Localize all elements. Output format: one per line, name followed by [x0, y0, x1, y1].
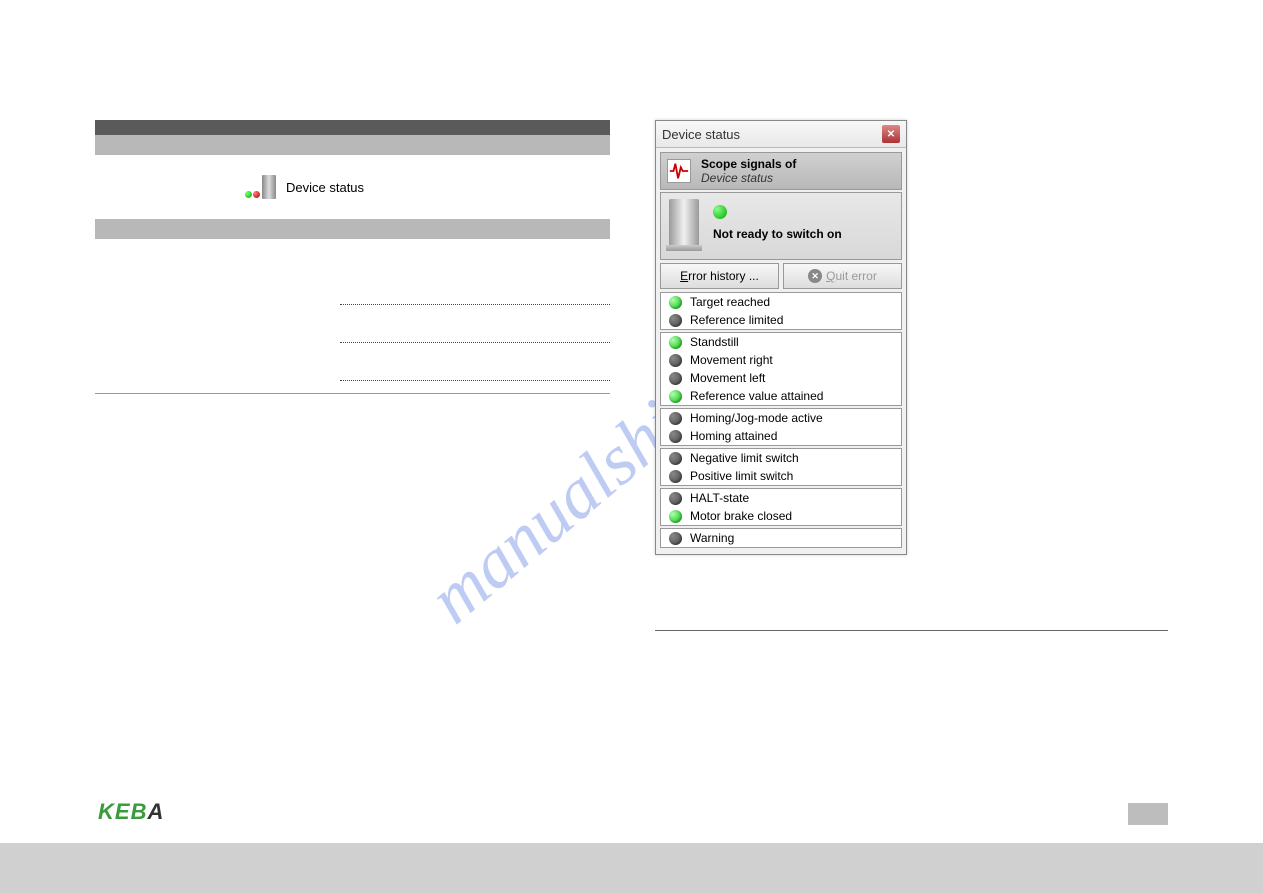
scope-header-line2: Device status [701, 171, 796, 185]
indicator-off-icon [669, 314, 682, 327]
led-red-icon [253, 191, 260, 198]
status-label: Motor brake closed [690, 509, 792, 523]
status-label: HALT-state [690, 491, 749, 505]
status-group: Warning [660, 528, 902, 548]
indicator-off-icon [669, 354, 682, 367]
device-status-section: Not ready to switch on [660, 192, 902, 260]
indicator-on-icon [669, 296, 682, 309]
page-footer: KEBA [0, 793, 1263, 893]
status-item-reference-limited: Reference limited [661, 311, 901, 329]
status-label: Movement left [690, 371, 765, 385]
status-group: Target reached Reference limited [660, 292, 902, 330]
icon-cell: Device status [95, 155, 610, 219]
status-label: Reference value attained [690, 389, 823, 403]
status-label: Movement right [690, 353, 773, 367]
table-row [95, 279, 610, 317]
status-item-target-reached: Target reached [661, 293, 901, 311]
tower-icon [262, 175, 276, 199]
indicator-off-icon [669, 430, 682, 443]
window-title-bar: Device status ✕ [656, 121, 906, 148]
status-item-standstill: Standstill [661, 333, 901, 351]
close-icon: ✕ [808, 269, 822, 283]
status-label: Reference limited [690, 313, 783, 327]
button-row: Error history ... ✕ Quit error [660, 263, 902, 289]
status-label: Homing/Jog-mode active [690, 411, 823, 425]
status-item-reference-value-attained: Reference value attained [661, 387, 901, 405]
error-history-button[interactable]: Error history ... [660, 263, 779, 289]
indicator-off-icon [669, 532, 682, 545]
status-label: Homing attained [690, 429, 777, 443]
status-group: HALT-state Motor brake closed [660, 488, 902, 526]
quit-error-button[interactable]: ✕ Quit error [783, 263, 902, 289]
table-section [95, 279, 610, 394]
status-item-warning: Warning [661, 529, 901, 547]
close-button[interactable]: ✕ [882, 125, 900, 143]
table-row [95, 317, 610, 355]
left-column: Device status [95, 120, 610, 394]
indicator-on-icon [669, 510, 682, 523]
window-body: Scope signals of Device status Not ready… [656, 148, 906, 554]
led-green-icon [245, 191, 252, 198]
scope-header-line1: Scope signals of [701, 157, 796, 171]
status-item-homing-attained: Homing attained [661, 427, 901, 445]
device-status-window: Device status ✕ Scope signals of Device … [655, 120, 907, 555]
status-label: Positive limit switch [690, 469, 793, 483]
indicator-off-icon [669, 470, 682, 483]
status-indicator-light [713, 205, 727, 219]
status-label: Negative limit switch [690, 451, 799, 465]
status-label: Warning [690, 531, 734, 545]
indicator-off-icon [669, 492, 682, 505]
page-container: manualshive.com Device status [0, 0, 1263, 893]
table-divider-grey [95, 219, 610, 239]
table-header-light [95, 135, 610, 155]
footer-page-box [1128, 803, 1168, 825]
device-status-label: Device status [286, 180, 364, 195]
status-item-negative-limit: Negative limit switch [661, 449, 901, 467]
table-bottom-border [95, 393, 610, 394]
indicator-off-icon [669, 452, 682, 465]
right-column: Device status ✕ Scope signals of Device … [655, 120, 1170, 555]
status-label: Target reached [690, 295, 770, 309]
status-item-positive-limit: Positive limit switch [661, 467, 901, 485]
scope-signals-icon [667, 159, 691, 183]
keba-logo: KEBA [98, 799, 164, 825]
status-item-movement-left: Movement left [661, 369, 901, 387]
footer-divider [655, 630, 1168, 631]
status-item-homing-jog-active: Homing/Jog-mode active [661, 409, 901, 427]
footer-bar [0, 843, 1263, 893]
indicator-on-icon [669, 390, 682, 403]
window-title: Device status [662, 127, 740, 142]
status-label: Standstill [690, 335, 739, 349]
table-row [95, 355, 610, 393]
indicator-on-icon [669, 336, 682, 349]
status-group: Negative limit switch Positive limit swi… [660, 448, 902, 486]
table-header-dark [95, 120, 610, 135]
status-group: Standstill Movement right Movement left … [660, 332, 902, 406]
status-item-motor-brake-closed: Motor brake closed [661, 507, 901, 525]
status-item-halt-state: HALT-state [661, 489, 901, 507]
status-group: Homing/Jog-mode active Homing attained [660, 408, 902, 446]
status-text: Not ready to switch on [713, 227, 842, 241]
indicator-off-icon [669, 412, 682, 425]
device-tower-icon [669, 199, 699, 247]
scope-signals-header: Scope signals of Device status [660, 152, 902, 190]
status-item-movement-right: Movement right [661, 351, 901, 369]
indicator-off-icon [669, 372, 682, 385]
device-status-icon [245, 175, 276, 199]
